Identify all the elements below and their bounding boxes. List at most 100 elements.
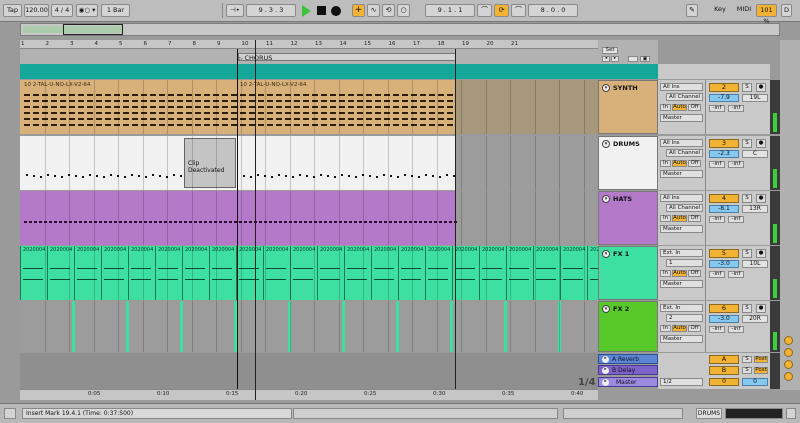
- monitor-off-button[interactable]: Off: [688, 215, 701, 222]
- track-activator[interactable]: 3: [709, 139, 739, 148]
- audio-clip[interactable]: 2020004: [371, 246, 396, 300]
- lock-button[interactable]: ▣: [640, 56, 650, 62]
- audio-clip[interactable]: 2020004: [128, 246, 153, 300]
- track-lane[interactable]: 10 2-TAL-U-NO-LX-V2-64 10 2-TAL-U-NO-LX-V…: [20, 80, 598, 134]
- expand-tracks-button[interactable]: [628, 56, 638, 62]
- monitor-auto-button[interactable]: Auto: [672, 160, 687, 167]
- post-button[interactable]: Post: [754, 356, 768, 363]
- track-lane[interactable]: [20, 191, 598, 245]
- audio-clip[interactable]: [126, 301, 129, 352]
- time-signature-field[interactable]: 4 / 4: [51, 4, 73, 17]
- draw-mode-button[interactable]: ✎: [686, 4, 698, 17]
- audio-clip[interactable]: 2020004: [479, 246, 504, 300]
- input-channel-select[interactable]: 1: [666, 259, 703, 267]
- arm-button[interactable]: ●: [756, 194, 766, 203]
- tap-tempo-button[interactable]: Tap: [3, 4, 22, 17]
- midi-clip[interactable]: [20, 80, 456, 134]
- input-type-select[interactable]: All Ins: [660, 194, 703, 202]
- input-channel-select[interactable]: All Channel: [666, 93, 703, 101]
- punch-out-button[interactable]: ⌒: [511, 4, 526, 17]
- record-icon[interactable]: [331, 6, 341, 16]
- monitor-in-button[interactable]: In: [660, 270, 671, 277]
- return-a-activator[interactable]: A: [709, 355, 739, 364]
- track-activator[interactable]: 6: [709, 304, 739, 313]
- volume-field[interactable]: -3.0: [709, 315, 739, 323]
- track-header[interactable]: ▾ FX 2: [598, 301, 658, 352]
- audio-clip[interactable]: 2020004: [560, 246, 585, 300]
- fold-icon[interactable]: ▾: [602, 305, 610, 313]
- overdub-button[interactable]: +: [352, 4, 365, 17]
- send-a-field[interactable]: -inf: [709, 326, 725, 333]
- play-icon[interactable]: [302, 5, 311, 17]
- monitor-off-button[interactable]: Off: [688, 160, 701, 167]
- loop-length-field[interactable]: 8 . 0 . 0: [528, 4, 578, 17]
- send-b-field[interactable]: -inf: [728, 326, 744, 333]
- monitor-in-button[interactable]: In: [660, 104, 671, 111]
- volume-field[interactable]: -3.0: [709, 260, 739, 268]
- arm-button[interactable]: ●: [756, 139, 766, 148]
- punch-in-button[interactable]: ⌒: [477, 4, 492, 17]
- next-locator-button[interactable]: ▸: [611, 56, 619, 62]
- master-volume[interactable]: 0: [709, 378, 739, 386]
- audio-clip[interactable]: 2020004: [182, 246, 207, 300]
- audio-clip[interactable]: [342, 301, 345, 352]
- input-type-select[interactable]: All Ins: [660, 139, 703, 147]
- loop-start-field[interactable]: 9 . 1 . 1: [425, 4, 475, 17]
- monitor-in-button[interactable]: In: [660, 160, 671, 167]
- detail-view-toggle[interactable]: [786, 408, 796, 419]
- overview-view-box[interactable]: [63, 24, 123, 35]
- input-type-select[interactable]: Ext. In: [660, 304, 703, 312]
- monitor-in-button[interactable]: In: [660, 325, 671, 332]
- pan-field[interactable]: 10L: [742, 260, 768, 268]
- audio-clip[interactable]: [180, 301, 183, 352]
- track-activator[interactable]: 2: [709, 83, 739, 92]
- track-header[interactable]: ▾ FX 1: [598, 246, 658, 300]
- arm-button[interactable]: ●: [756, 83, 766, 92]
- master-output-select[interactable]: 1/2: [660, 378, 703, 386]
- fold-icon[interactable]: ▾: [602, 250, 610, 258]
- time-ruler[interactable]: 0:05 0:10 0:15 0:20 0:25 0:30 0:35 0:40: [20, 389, 598, 400]
- key-map-button[interactable]: Key: [712, 4, 728, 17]
- follow-button[interactable]: ⊣•: [226, 4, 244, 17]
- solo-button[interactable]: S: [742, 194, 752, 203]
- arm-button[interactable]: ●: [756, 249, 766, 258]
- audio-clip[interactable]: 2020004: [74, 246, 99, 300]
- audio-clip[interactable]: [450, 301, 453, 352]
- metronome-button[interactable]: ◉○ ▾: [76, 4, 98, 17]
- return-b-activator[interactable]: B: [709, 366, 739, 375]
- audio-clip[interactable]: 2020004: [344, 246, 369, 300]
- pan-field[interactable]: C: [742, 150, 768, 158]
- info-view-toggle[interactable]: [4, 408, 16, 419]
- track-header[interactable]: ▾ DRUMS: [598, 136, 658, 190]
- audio-clip[interactable]: 2020004: [533, 246, 558, 300]
- output-select[interactable]: Master: [660, 225, 703, 233]
- volume-field[interactable]: -7.9: [709, 94, 739, 102]
- arrangement-overview[interactable]: [20, 23, 780, 36]
- audio-clip[interactable]: 2020004: [290, 246, 315, 300]
- set-locator-button[interactable]: Set: [602, 47, 618, 54]
- solo-button[interactable]: S: [742, 356, 752, 363]
- io-toggle-icon[interactable]: [784, 336, 793, 345]
- crossfader-toggle-icon[interactable]: [784, 372, 793, 381]
- audio-clip[interactable]: [396, 301, 399, 352]
- track-header[interactable]: ▾ HATS: [598, 191, 658, 245]
- input-channel-select[interactable]: 2: [666, 314, 703, 322]
- input-channel-select[interactable]: All Channel: [666, 149, 703, 157]
- audio-clip[interactable]: 2020004: [20, 246, 45, 300]
- input-type-select[interactable]: Ext. In: [660, 249, 703, 257]
- sends-toggle-icon[interactable]: [784, 348, 793, 357]
- loop-switch-button[interactable]: ⟳: [494, 4, 509, 17]
- solo-button[interactable]: S: [742, 139, 752, 148]
- loop-brace[interactable]: [20, 64, 598, 79]
- locator-lane[interactable]: ▷ CHORUS: [20, 49, 598, 64]
- track-activator[interactable]: 4: [709, 194, 739, 203]
- output-select[interactable]: Master: [660, 114, 703, 122]
- track-activator[interactable]: 5: [709, 249, 739, 258]
- pan-field[interactable]: 19L: [742, 94, 768, 102]
- audio-clip[interactable]: 2020004: [209, 246, 234, 300]
- monitor-auto-button[interactable]: Auto: [672, 104, 687, 111]
- master-pan[interactable]: 0: [742, 378, 768, 386]
- monitor-off-button[interactable]: Off: [688, 104, 701, 111]
- send-a-field[interactable]: -inf: [709, 216, 725, 223]
- audio-clip[interactable]: 2020004: [398, 246, 423, 300]
